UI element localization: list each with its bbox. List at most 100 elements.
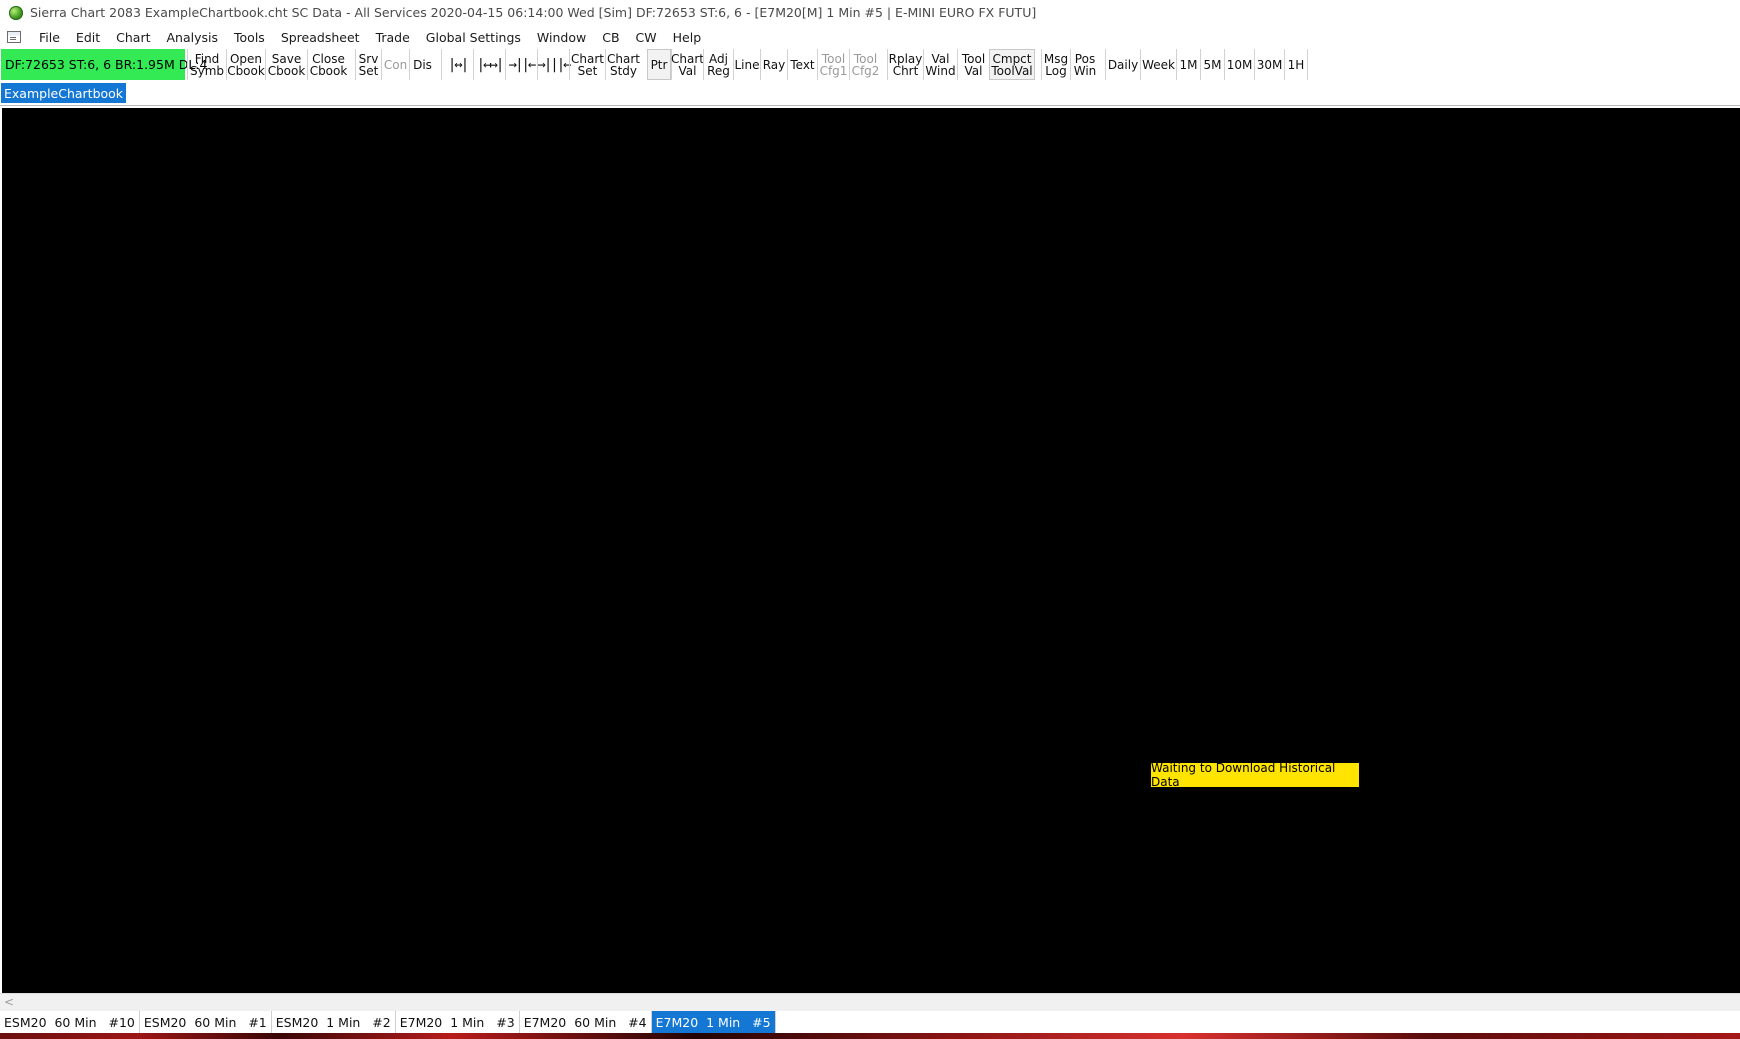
horizontal-scrollbar[interactable]: < <box>0 993 1740 1011</box>
system-menu-icon[interactable] <box>7 31 21 43</box>
menu-bar: File Edit Chart Analysis Tools Spreadshe… <box>0 26 1740 48</box>
menu-spreadsheet[interactable]: Spreadsheet <box>273 30 368 45</box>
chart-studies-button[interactable]: Chart Stdy <box>605 49 641 80</box>
chart-tab[interactable]: ESM20 60 Min #10 <box>0 1011 140 1033</box>
menu-edit[interactable]: Edit <box>68 30 108 45</box>
tab-number: #1 <box>248 1014 267 1030</box>
button-label-line2: Win <box>1073 63 1097 78</box>
menu-analysis[interactable]: Analysis <box>159 30 227 45</box>
connect-button[interactable]: Con <box>381 49 409 80</box>
tool-config2-button[interactable]: Tool Cfg2 <box>849 49 881 80</box>
button-label-line1: Chart <box>607 51 640 66</box>
open-chartbook-button[interactable]: Open Cbook <box>226 49 265 80</box>
chart-values-button[interactable]: Chart Val <box>671 49 704 80</box>
button-label-line2: Set <box>577 63 598 78</box>
scale-compress-more-icon[interactable]: →|||← <box>537 49 572 80</box>
compact-tool-values-button[interactable]: Cmpct ToolVal <box>989 49 1035 80</box>
button-label-line1: Adj <box>709 51 728 66</box>
button-label: Con <box>383 57 408 72</box>
button-label: Dis <box>413 57 432 72</box>
tab-number: #4 <box>628 1014 647 1030</box>
server-settings-button[interactable]: Srv Set <box>355 49 381 80</box>
menu-window[interactable]: Window <box>529 30 594 45</box>
find-symbol-button[interactable]: Find Symb <box>187 49 226 80</box>
10-minute-interval-button[interactable]: 10M <box>1224 49 1254 80</box>
positions-window-button[interactable]: Pos Win <box>1070 49 1099 80</box>
chart-tab-active[interactable]: E7M20 1 Min #5 <box>651 1011 776 1033</box>
text-tool-button[interactable]: Text <box>787 49 817 80</box>
save-chartbook-button[interactable]: Save Cbook <box>265 49 307 80</box>
button-label-line1: Tool <box>961 51 986 66</box>
button-label: Text <box>790 57 815 72</box>
tab-symbol: E7M20 <box>399 1014 443 1030</box>
chart-window-tabs: ESM20 60 Min #10 ESM20 60 Min #1 ESM20 1… <box>0 1011 1740 1033</box>
tab-symbol: ESM20 <box>143 1014 187 1030</box>
button-label-line1: Cmpct <box>992 51 1032 66</box>
tab-symbol: E7M20 <box>523 1014 567 1030</box>
toolbar: DF:72653 ST:6, 6 BR:1.95M DL:4 Find Symb… <box>0 48 1740 82</box>
close-chartbook-button[interactable]: Close Cbook <box>307 49 349 80</box>
scale-full-icon[interactable]: |↔| <box>441 49 473 80</box>
menu-global-settings[interactable]: Global Settings <box>418 30 529 45</box>
disconnect-button[interactable]: Dis <box>409 49 435 80</box>
button-label-line2: Cfg1 <box>819 63 848 78</box>
button-label: 1H <box>1287 57 1305 72</box>
30-minute-interval-button[interactable]: 30M <box>1254 49 1284 80</box>
tool-values-button[interactable]: Tool Val <box>957 49 989 80</box>
chart-tab[interactable]: ESM20 1 Min #2 <box>272 1011 396 1033</box>
tab-interval: 60 Min <box>574 1014 617 1030</box>
chart-window: Waiting to Download Historical Data <box>0 105 1740 994</box>
message-log-button[interactable]: Msg Log <box>1041 49 1070 80</box>
values-window-button[interactable]: Val Wind <box>923 49 957 80</box>
tab-number: #5 <box>752 1014 771 1030</box>
menu-tools[interactable]: Tools <box>226 30 273 45</box>
menu-cb[interactable]: CB <box>594 30 627 45</box>
button-label-line2: Cbook <box>267 63 306 78</box>
tab-symbol: ESM20 <box>275 1014 319 1030</box>
tab-symbol: E7M20 <box>655 1014 699 1030</box>
pointer-tool-button[interactable]: Ptr <box>647 49 671 80</box>
chart-tab[interactable]: E7M20 60 Min #4 <box>520 1011 652 1033</box>
chartbook-tab[interactable]: ExampleChartbook <box>1 83 127 103</box>
desktop-background <box>0 1033 1740 1039</box>
menu-help[interactable]: Help <box>665 30 710 45</box>
button-label-line2: Val <box>964 63 983 78</box>
menu-trade[interactable]: Trade <box>368 30 418 45</box>
chart-settings-button[interactable]: Chart Set <box>569 49 605 80</box>
button-label-line1: Rplay <box>888 51 923 66</box>
daily-interval-button[interactable]: Daily <box>1105 49 1140 80</box>
replay-chart-button[interactable]: Rplay Chrt <box>887 49 923 80</box>
1-minute-interval-button[interactable]: 1M <box>1176 49 1200 80</box>
button-label: 30M <box>1256 57 1283 72</box>
ray-tool-button[interactable]: Ray <box>760 49 787 80</box>
menu-cw[interactable]: CW <box>628 30 665 45</box>
chart-tab[interactable]: E7M20 1 Min #3 <box>396 1011 520 1033</box>
scroll-left-arrow-icon[interactable]: < <box>4 995 14 1009</box>
button-label-line1: Open <box>229 51 263 66</box>
button-label-line2: Wind <box>925 63 956 78</box>
tab-symbol: ESM20 <box>4 1014 47 1030</box>
menu-file[interactable]: File <box>31 30 68 45</box>
globe-icon[interactable] <box>9 5 23 20</box>
button-label-line1: Msg <box>1043 51 1069 66</box>
tab-interval: 1 Min <box>706 1014 741 1030</box>
scale-compress-icon[interactable]: →||← <box>505 49 537 80</box>
tool-config1-button[interactable]: Tool Cfg1 <box>817 49 849 80</box>
menu-chart[interactable]: Chart <box>108 30 158 45</box>
button-label-line2: Val <box>678 63 697 78</box>
scale-glyph: →||← <box>508 56 537 73</box>
button-label: Daily <box>1107 57 1139 72</box>
chart-tab[interactable]: ESM20 60 Min #1 <box>140 1011 272 1033</box>
line-tool-button[interactable]: Line <box>733 49 760 80</box>
scale-expand-icon[interactable]: |↤↦| <box>473 49 505 80</box>
scale-glyph: |↔| <box>447 56 469 73</box>
1-hour-interval-button[interactable]: 1H <box>1284 49 1308 80</box>
chart-canvas[interactable]: Waiting to Download Historical Data <box>2 108 1740 993</box>
button-label-line1: Pos <box>1074 51 1096 66</box>
adjust-region-button[interactable]: Adj Reg <box>703 49 733 80</box>
5-minute-interval-button[interactable]: 5M <box>1200 49 1224 80</box>
connection-status[interactable]: DF:72653 ST:6, 6 BR:1.95M DL:4 <box>1 49 207 80</box>
weekly-interval-button[interactable]: Week <box>1140 49 1176 80</box>
button-label: Ptr <box>650 57 668 72</box>
button-label-line2: Reg <box>707 63 730 78</box>
